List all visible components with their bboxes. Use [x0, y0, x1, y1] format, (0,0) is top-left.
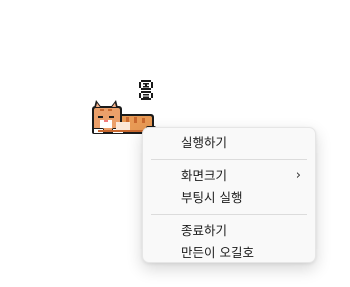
menu-item-credits-label: 만든이 오길호 — [181, 245, 254, 260]
menu-item-screen-size[interactable]: 화면크기 › — [149, 165, 309, 187]
menu-item-run-label: 실행하기 — [181, 135, 228, 150]
menu-item-screen-size-label: 화면크기 — [181, 168, 228, 183]
menu-separator — [151, 159, 307, 160]
menu-item-credits[interactable]: 만든이 오길호 — [149, 242, 309, 264]
menu-item-exit-label: 종료하기 — [181, 223, 228, 238]
desktop-stage: 실행하기 화면크기 › 부팅시 실행 종료하기 만든이 오길호 — [0, 0, 350, 287]
chevron-right-icon: › — [295, 168, 301, 183]
menu-item-run-on-boot[interactable]: 부팅시 실행 — [149, 187, 309, 209]
sleep-bubble-icon — [139, 80, 153, 100]
context-menu: 실행하기 화면크기 › 부팅시 실행 종료하기 만든이 오길호 — [142, 127, 316, 263]
menu-separator — [151, 214, 307, 215]
menu-item-run[interactable]: 실행하기 — [149, 132, 309, 154]
menu-item-exit[interactable]: 종료하기 — [149, 220, 309, 242]
menu-item-run-on-boot-label: 부팅시 실행 — [181, 190, 243, 205]
